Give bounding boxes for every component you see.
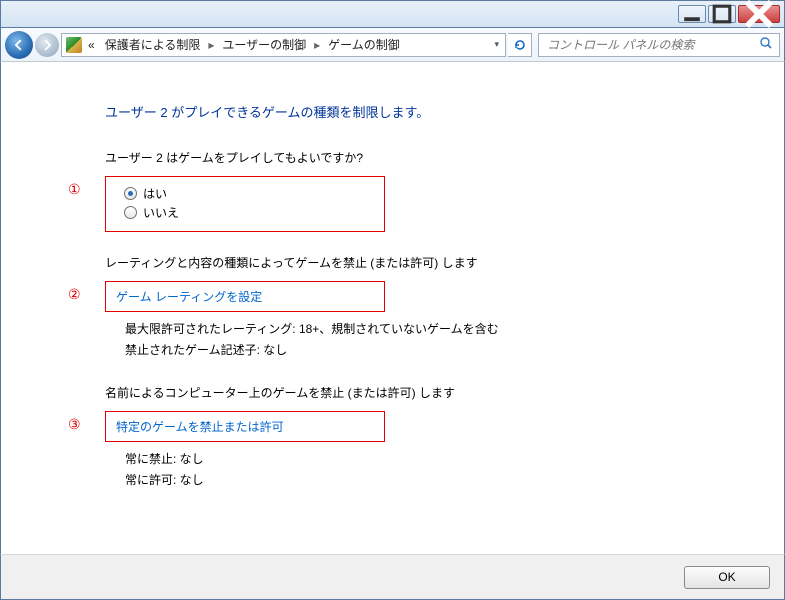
radio-yes[interactable] xyxy=(124,187,137,200)
content-area: ユーザー 2 がプレイできるゲームの種類を制限します。 ユーザー 2 はゲームを… xyxy=(0,62,785,554)
navbar: « 保護者による制限 ▸ ユーザーの制御 ▸ ゲームの制御 ▾ xyxy=(0,28,785,62)
chevron-right-icon: ▸ xyxy=(206,38,216,52)
nav-back-button[interactable] xyxy=(5,31,33,59)
breadcrumb-prefix: « xyxy=(84,36,99,54)
close-button[interactable] xyxy=(738,5,780,23)
footer: OK xyxy=(0,554,785,600)
search-box[interactable] xyxy=(538,33,780,57)
annotation-box-1: ① はい いいえ xyxy=(105,176,385,232)
ok-button[interactable]: OK xyxy=(684,566,770,589)
titlebar xyxy=(0,0,785,28)
radio-yes-label: はい xyxy=(143,185,167,202)
radio-no-row[interactable]: いいえ xyxy=(116,204,374,221)
breadcrumb-seg-3[interactable]: ゲームの制御 xyxy=(324,34,404,55)
radio-no-label: いいえ xyxy=(143,204,179,221)
section3-lead: 名前によるコンピューター上のゲームを禁止 (または許可) します xyxy=(105,384,764,401)
control-panel-icon xyxy=(66,37,82,53)
minimize-button[interactable] xyxy=(678,5,706,23)
radio-no[interactable] xyxy=(124,206,137,219)
radio-yes-row[interactable]: はい xyxy=(116,185,374,202)
section2-detail2: 禁止されたゲーム記述子: なし xyxy=(125,341,764,358)
maximize-button[interactable] xyxy=(708,5,736,23)
annotation-num-2: ② xyxy=(68,286,81,303)
section2-lead: レーティングと内容の種類によってゲームを禁止 (または許可) します xyxy=(105,254,764,271)
section3-detail1: 常に禁止: なし xyxy=(125,450,764,467)
breadcrumb-seg-2[interactable]: ユーザーの制御 xyxy=(218,34,310,55)
annotation-num-1: ① xyxy=(68,181,81,198)
page-title: ユーザー 2 がプレイできるゲームの種類を制限します。 xyxy=(105,102,764,121)
section2-detail1: 最大限許可されたレーティング: 18+、規制されていないゲームを含む xyxy=(125,320,764,337)
breadcrumb-seg-1[interactable]: 保護者による制限 xyxy=(101,34,205,55)
nav-forward-button[interactable] xyxy=(35,33,59,57)
section1-lead: ユーザー 2 はゲームをプレイしてもよいですか? xyxy=(105,149,764,166)
annotation-box-3: ③ 特定のゲームを禁止または許可 xyxy=(105,411,385,442)
annotation-num-3: ③ xyxy=(68,416,81,433)
chevron-right-icon: ▸ xyxy=(312,38,322,52)
chevron-down-icon[interactable]: ▾ xyxy=(492,39,501,50)
address-bar[interactable]: « 保護者による制限 ▸ ユーザーの制御 ▸ ゲームの制御 ▾ xyxy=(61,33,506,57)
search-input[interactable] xyxy=(545,37,759,53)
annotation-box-2: ② ゲーム レーティングを設定 xyxy=(105,281,385,312)
search-icon[interactable] xyxy=(759,36,773,53)
set-game-rating-link[interactable]: ゲーム レーティングを設定 xyxy=(116,290,262,304)
block-allow-games-link[interactable]: 特定のゲームを禁止または許可 xyxy=(116,420,284,434)
section3-detail2: 常に許可: なし xyxy=(125,471,764,488)
refresh-button[interactable] xyxy=(508,33,532,57)
